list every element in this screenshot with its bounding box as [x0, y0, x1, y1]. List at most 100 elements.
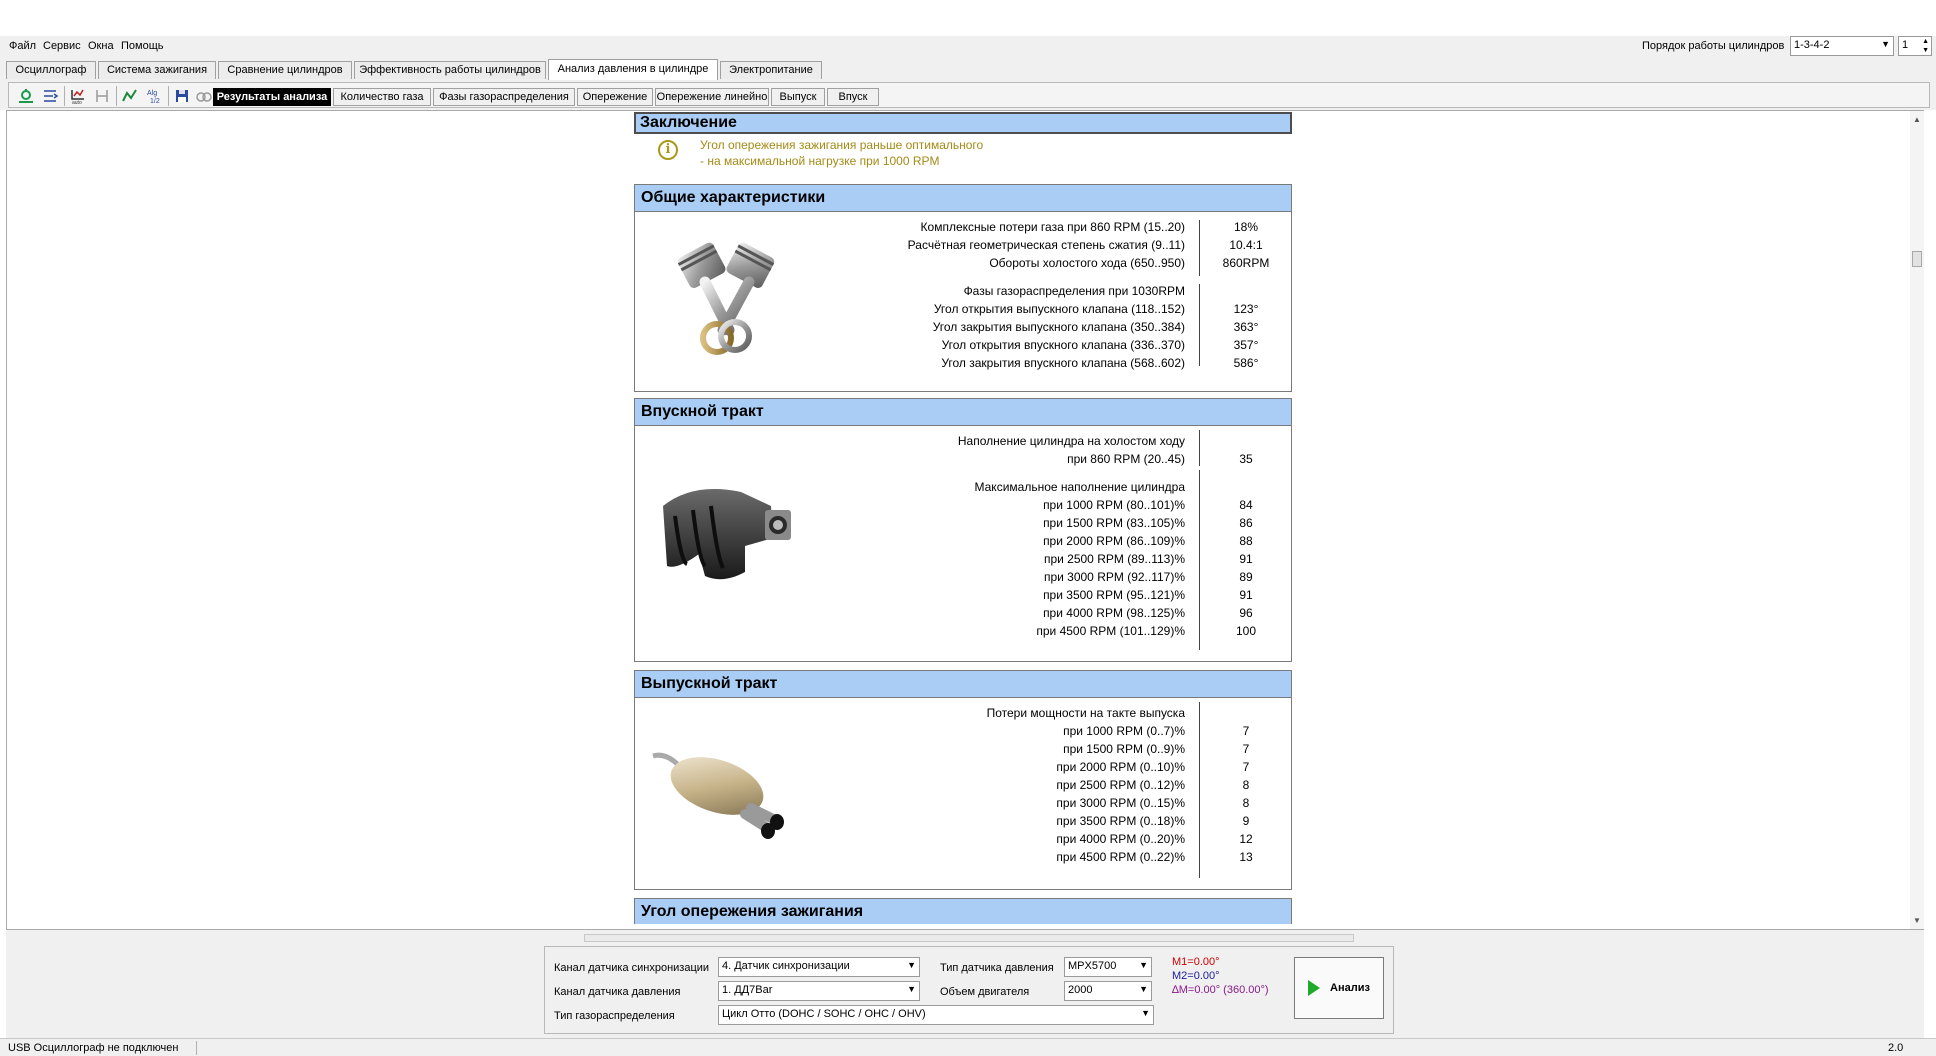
scroll-down-icon[interactable]: ▼: [1913, 916, 1921, 925]
svg-text:1/2: 1/2: [150, 98, 160, 105]
row-label: Максимальное наполнение цилиндра: [974, 480, 1186, 494]
timing-type-value: Цикл Отто (DOHC / SOHC / OHC / OHV): [722, 1008, 926, 1020]
svg-text:Alg: Alg: [147, 90, 157, 97]
row-label: при 1500 RPM (83..105)%: [1043, 516, 1185, 530]
row-label: Фазы газораспределения при 1030RPM: [963, 284, 1185, 298]
row-value: 123°: [1233, 302, 1259, 316]
menu-windows[interactable]: Окна: [88, 40, 114, 52]
row-label: при 4000 RPM (0..20)%: [1056, 832, 1185, 846]
compare-icon[interactable]: [194, 86, 214, 106]
ignition-title: Угол опережения зажигания: [634, 898, 1292, 924]
subtab-advance[interactable]: Опережение: [577, 88, 653, 106]
muffler-icon: [647, 738, 797, 861]
row-label: при 4000 RPM (98..125)%: [1043, 606, 1185, 620]
chevron-down-icon: ▼: [907, 960, 916, 970]
subtab-valve-timing[interactable]: Фазы газораспределения: [433, 88, 575, 106]
subtab-analysis-results[interactable]: Результаты анализа: [213, 88, 331, 106]
chevron-down-icon: ▼: [1139, 984, 1148, 994]
main-tab-bar: Осциллограф Система зажигания Сравнение …: [0, 58, 1936, 80]
menu-file[interactable]: Файл: [9, 40, 36, 52]
row-value: 8: [1242, 778, 1250, 792]
subtab-intake[interactable]: Впуск: [827, 88, 879, 106]
cylinder-order-value: 1-3-4-2: [1794, 39, 1830, 51]
play-icon: [1308, 980, 1321, 996]
marker-icon[interactable]: [92, 86, 112, 106]
row-label: Наполнение цилиндра на холостом ходу: [957, 434, 1185, 448]
cylinder-spin-value: 1: [1902, 39, 1909, 51]
row-value: 10.4:1: [1229, 238, 1263, 252]
tab-cylinder-efficiency[interactable]: Эффективность работы цилиндров: [354, 61, 546, 79]
sync-channel-value: 4. Датчик синхронизации: [722, 960, 850, 972]
sync-channel-label: Канал датчика синхронизации: [554, 962, 710, 974]
auto-icon[interactable]: auto: [68, 86, 88, 106]
version-label: 2.0: [1888, 1042, 1904, 1054]
row-label: при 3000 RPM (92..117)%: [1043, 570, 1185, 584]
cylinder-spin[interactable]: 1 ▲ ▼: [1898, 36, 1932, 56]
row-label: Угол открытия выпускного клапана (118..1…: [933, 302, 1185, 316]
tab-oscilloscope[interactable]: Осциллограф: [6, 61, 96, 79]
menu-service[interactable]: Сервис: [43, 40, 81, 52]
menu-bar: Файл Сервис Окна Помощь Порядок работы ц…: [0, 36, 1936, 58]
row-value: 357°: [1233, 338, 1259, 352]
row-label: при 4500 RPM (101..129)%: [1036, 624, 1185, 638]
marker-m2: M2=0.00°: [1172, 970, 1220, 982]
intake-title: Впускной тракт: [635, 399, 1291, 426]
subtab-exhaust[interactable]: Выпуск: [771, 88, 825, 106]
row-value: 9: [1242, 814, 1250, 828]
scroll-up-icon[interactable]: ▲: [1913, 115, 1921, 124]
engine-volume-label: Объем двигателя: [940, 986, 1030, 998]
row-value: 88: [1239, 534, 1253, 548]
sensor-type-select[interactable]: MPX5700 ▼: [1064, 957, 1152, 977]
subtab-advance-linear[interactable]: Опережение линейно: [655, 88, 769, 106]
horizontal-scrollbar[interactable]: [584, 934, 1354, 942]
vertical-scrollbar[interactable]: ▲ ▼: [1910, 111, 1924, 929]
row-value: 18%: [1233, 220, 1259, 234]
conclusion-title: Заключение: [634, 112, 1292, 134]
tab-power-supply[interactable]: Электропитание: [720, 61, 822, 79]
scroll-thumb[interactable]: [1912, 251, 1922, 267]
row-label: при 2500 RPM (0..12)%: [1056, 778, 1185, 792]
timing-type-label: Тип газораспределения: [554, 1010, 675, 1022]
toolbar-separator: [64, 86, 65, 106]
marker-delta: ∆M=0.00° (360.00°): [1172, 984, 1269, 996]
general-section: Общие характеристики Комплексные потери …: [634, 184, 1292, 392]
row-label: Обороты холостого хода (650..950): [989, 256, 1185, 270]
cylinder-order-select[interactable]: 1-3-4-2 ▼: [1790, 36, 1894, 56]
tab-ignition-system[interactable]: Система зажигания: [98, 61, 216, 79]
pressure-channel-select[interactable]: 1. ДД7Bar ▼: [718, 981, 920, 1001]
menu-help[interactable]: Помощь: [121, 40, 164, 52]
row-label: Потери мощности на такте выпуска: [986, 706, 1185, 720]
algorithm-icon[interactable]: Alg 1/2: [144, 86, 164, 106]
save-icon[interactable]: [172, 86, 192, 106]
marker-m1: M1=0.00°: [1172, 956, 1220, 968]
row-value: 586°: [1233, 356, 1259, 370]
row-value: 12: [1239, 832, 1253, 846]
pressure-scale-icon[interactable]: [40, 86, 60, 106]
row-value: 100: [1235, 624, 1257, 638]
timing-type-select[interactable]: Цикл Отто (DOHC / SOHC / OHC / OHV) ▼: [718, 1005, 1154, 1025]
row-label: Угол открытия впускного клапана (336..37…: [941, 338, 1185, 352]
cylinder-order-label: Порядок работы цилиндров: [1642, 40, 1785, 52]
analysis-toolbar: auto Alg 1/2 Результаты анализа Количеств…: [0, 80, 1936, 110]
engine-volume-select[interactable]: 2000 ▼: [1064, 981, 1152, 1001]
sensor-type-label: Тип датчика давления: [940, 962, 1054, 974]
row-value: 13: [1239, 850, 1253, 864]
subtab-gas-quantity[interactable]: Количество газа: [333, 88, 431, 106]
analyze-button[interactable]: Анализ: [1294, 957, 1384, 1019]
general-title: Общие характеристики: [635, 185, 1291, 212]
row-value: 7: [1242, 724, 1250, 738]
row-label: при 1000 RPM (0..7)%: [1063, 724, 1185, 738]
row-label: Угол закрытия впускного клапана (568..60…: [941, 356, 1185, 370]
engine-volume-value: 2000: [1068, 984, 1093, 996]
row-label: при 2000 RPM (86..109)%: [1043, 534, 1185, 548]
tab-cylinder-compare[interactable]: Сравнение цилиндров: [218, 61, 352, 79]
waveform-icon[interactable]: [120, 86, 140, 106]
row-value: 7: [1242, 760, 1250, 774]
sync-icon[interactable]: [16, 86, 36, 106]
spin-arrows-icon[interactable]: ▲ ▼: [1922, 37, 1929, 55]
tab-cylinder-pressure[interactable]: Анализ давления в цилиндре: [548, 59, 718, 80]
exhaust-title: Выпускной тракт: [635, 671, 1291, 698]
row-label: при 3500 RPM (95..121)%: [1043, 588, 1185, 602]
sync-channel-select[interactable]: 4. Датчик синхронизации ▼: [718, 957, 920, 977]
chevron-down-icon: ▼: [907, 984, 916, 994]
